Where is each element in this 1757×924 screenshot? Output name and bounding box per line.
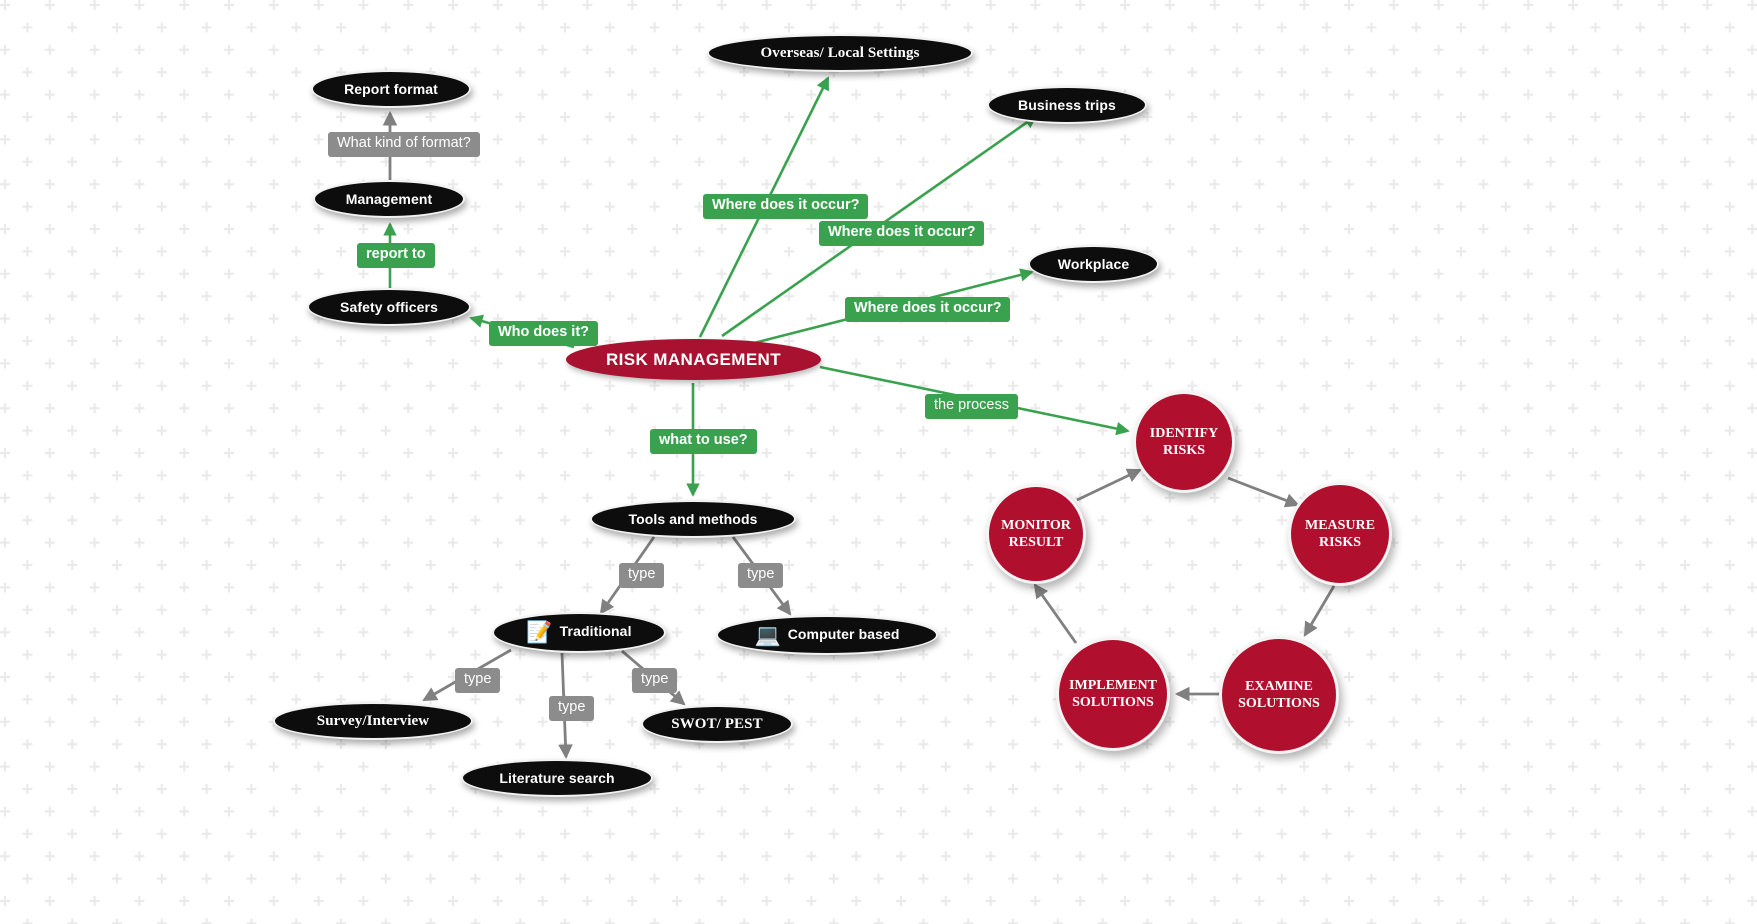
node-central-label-wrap: RISK MANAGEMENT <box>606 350 781 370</box>
edge-layer <box>382 76 1336 760</box>
edge-label-central-to-overseas[interactable]: Where does it occur? <box>703 194 869 219</box>
node-safety-officers-label: Safety officers <box>340 299 438 315</box>
node-tools-methods[interactable]: Tools and methods <box>590 500 796 538</box>
node-implement-solutions-label: IMPLEMENT SOLUTIONS <box>1069 677 1157 710</box>
background-pattern <box>0 0 1757 924</box>
mindmap-canvas: RISK MANAGEMENT Report format Management Sa… <box>0 0 1757 924</box>
edge-label-central-to-identify[interactable]: the process <box>925 394 1018 419</box>
node-workplace[interactable]: Workplace <box>1028 245 1159 283</box>
node-traditional-label-wrap: 📝 Traditional <box>526 622 631 643</box>
node-business-trips-label: Business trips <box>1018 97 1116 113</box>
memo-icon: 📝 <box>526 621 553 644</box>
edge-label-safety-to-management[interactable]: report to <box>357 243 435 268</box>
node-measure-risks[interactable]: MEASURE RISKS <box>1288 482 1392 586</box>
node-survey-interview[interactable]: Survey/Interview <box>273 702 473 740</box>
edge-measure-to-examine <box>1303 585 1336 637</box>
edge-label-traditional-to-survey[interactable]: type <box>455 668 501 693</box>
node-literature-search-label-wrap: Literature search <box>499 770 614 786</box>
node-implement-solutions-label-wrap: IMPLEMENT SOLUTIONS <box>1059 677 1167 711</box>
laptop-icon: 💻 <box>754 623 781 647</box>
node-swot-pest-label-wrap: SWOT/ PEST <box>671 716 762 733</box>
node-literature-search[interactable]: Literature search <box>461 759 653 797</box>
node-report-format-label-wrap: Report format <box>344 81 438 97</box>
node-identify-risks[interactable]: IDENTIFY RISKS <box>1133 391 1235 493</box>
node-survey-interview-label-wrap: Survey/Interview <box>317 713 429 730</box>
edge-label-tools-to-computer[interactable]: type <box>738 563 784 588</box>
node-overseas-local[interactable]: Overseas/ Local Settings <box>707 34 973 72</box>
node-management-label-wrap: Management <box>346 191 433 207</box>
node-overseas-local-label-wrap: Overseas/ Local Settings <box>760 45 919 62</box>
edge-label-management-to-report[interactable]: What kind of format? <box>328 132 480 157</box>
node-monitor-result[interactable]: MONITOR RESULT <box>986 484 1086 584</box>
node-tools-methods-label-wrap: Tools and methods <box>629 511 758 527</box>
node-swot-pest[interactable]: SWOT/ PEST <box>641 705 793 743</box>
node-survey-interview-label: Survey/Interview <box>316 712 430 729</box>
edge-label-central-to-safety[interactable]: Who does it? <box>489 321 599 346</box>
node-identify-risks-label: IDENTIFY RISKS <box>1149 425 1219 458</box>
node-examine-solutions-label: EXAMINE SOLUTIONS <box>1238 678 1320 711</box>
edge-label-central-to-workplace[interactable]: Where does it occur? <box>845 297 1011 322</box>
node-monitor-result-label: MONITOR RESULT <box>1001 517 1071 550</box>
node-measure-risks-label: MEASURE RISKS <box>1304 517 1375 550</box>
node-safety-officers-label-wrap: Safety officers <box>340 299 438 315</box>
node-workplace-label: Workplace <box>1057 256 1130 272</box>
node-implement-solutions[interactable]: IMPLEMENT SOLUTIONS <box>1056 637 1170 751</box>
node-traditional-label: Traditional <box>559 623 632 639</box>
node-computer-based-label-wrap: 💻 Computer based <box>754 625 899 646</box>
node-management-label: Management <box>345 191 433 207</box>
edge-label-central-to-tools[interactable]: what to use? <box>650 429 757 454</box>
edge-monitor-to-identify <box>1076 468 1142 502</box>
node-measure-risks-label-wrap: MEASURE RISKS <box>1291 517 1389 551</box>
node-literature-search-label: Literature search <box>499 770 615 786</box>
node-management[interactable]: Management <box>313 180 465 218</box>
node-business-trips[interactable]: Business trips <box>987 86 1147 124</box>
node-workplace-label-wrap: Workplace <box>1058 256 1129 272</box>
node-overseas-local-label: Overseas/ Local Settings <box>760 44 920 61</box>
node-computer-based[interactable]: 💻 Computer based <box>716 615 938 655</box>
node-identify-risks-label-wrap: IDENTIFY RISKS <box>1136 425 1232 459</box>
node-swot-pest-label: SWOT/ PEST <box>671 715 763 732</box>
edge-label-tools-to-traditional[interactable]: type <box>619 563 665 588</box>
edge-implement-to-monitor <box>1033 583 1078 644</box>
node-examine-solutions[interactable]: EXAMINE SOLUTIONS <box>1219 636 1339 754</box>
edge-label-traditional-to-swot[interactable]: type <box>632 668 678 693</box>
node-central[interactable]: RISK MANAGEMENT <box>566 339 821 380</box>
node-monitor-result-label-wrap: MONITOR RESULT <box>989 517 1083 551</box>
node-traditional[interactable]: 📝 Traditional <box>492 612 666 653</box>
node-examine-solutions-label-wrap: EXAMINE SOLUTIONS <box>1222 678 1336 712</box>
node-tools-methods-label: Tools and methods <box>628 511 758 527</box>
node-report-format[interactable]: Report format <box>311 70 471 108</box>
node-central-label: RISK MANAGEMENT <box>605 349 782 369</box>
node-safety-officers[interactable]: Safety officers <box>307 288 471 326</box>
edge-label-central-to-business[interactable]: Where does it occur? <box>819 221 985 246</box>
node-business-trips-label-wrap: Business trips <box>1018 97 1116 113</box>
node-computer-based-label: Computer based <box>787 625 900 642</box>
edge-label-traditional-to-literature[interactable]: type <box>549 696 595 721</box>
edge-identify-to-measure <box>1227 476 1300 508</box>
node-report-format-label: Report format <box>344 81 438 97</box>
